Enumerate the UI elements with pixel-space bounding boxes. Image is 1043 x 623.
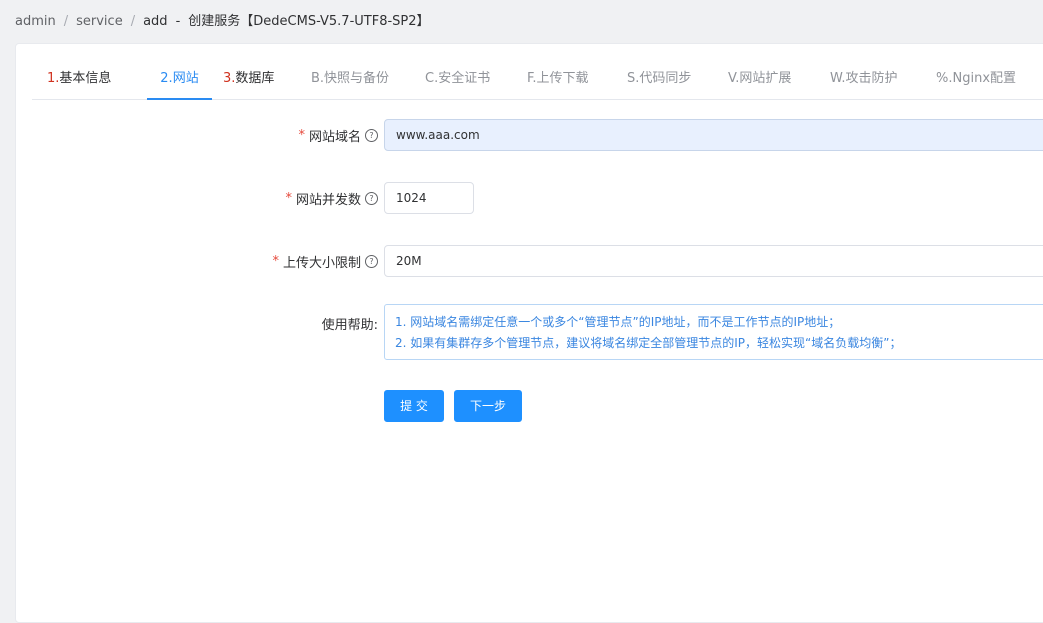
question-circle-icon[interactable]: ? bbox=[365, 128, 378, 142]
tab-label: S.代码同步 bbox=[627, 71, 692, 86]
tab-code-sync[interactable]: S.代码同步 bbox=[627, 59, 691, 99]
help-box: 1. 网站域名需绑定任意一个或多个“管理节点”的IP地址，而不是工作节点的IP地… bbox=[384, 304, 1043, 360]
tab-site-extension[interactable]: V.网站扩展 bbox=[728, 59, 791, 99]
tab-website[interactable]: 2.网站 bbox=[147, 59, 212, 99]
tab-label: C.安全证书 bbox=[425, 71, 491, 86]
breadcrumb-add: add bbox=[143, 14, 168, 29]
required-mark: * bbox=[272, 253, 279, 269]
tab-label: 基本信息 bbox=[59, 71, 112, 86]
concurrency-label-wrap: * 网站并发数? bbox=[16, 181, 378, 215]
tab-snapshot-backup[interactable]: B.快照与备份 bbox=[311, 59, 389, 99]
help-label: 使用帮助: bbox=[321, 317, 378, 333]
concurrency-label-text: 网站并发数 bbox=[295, 192, 361, 208]
breadcrumb-title-separator: - bbox=[175, 14, 181, 29]
tab-label: V.网站扩展 bbox=[728, 71, 792, 86]
tab-label: B.快照与备份 bbox=[311, 71, 390, 86]
tab-label: %.Nginx配置 bbox=[936, 71, 1017, 86]
upload-limit-label-text: 上传大小限制 bbox=[282, 255, 361, 271]
breadcrumb-separator: / bbox=[130, 14, 136, 29]
tab-database[interactable]: 3.数据库 bbox=[223, 59, 274, 99]
tab-label: 数据库 bbox=[235, 71, 275, 86]
concurrency-label: * 网站并发数? bbox=[285, 181, 378, 215]
breadcrumb-separator: / bbox=[63, 14, 69, 29]
step-tabs: 1.基本信息 2.网站 3.数据库 B.快照与备份 C.安全证书 F.上传下载 … bbox=[32, 59, 1043, 100]
tab-label: F.上传下载 bbox=[527, 71, 589, 86]
question-circle-icon[interactable]: ? bbox=[365, 254, 378, 268]
required-mark: * bbox=[285, 190, 292, 206]
next-step-button[interactable]: 下一步 bbox=[454, 390, 522, 422]
upload-limit-input[interactable]: 20M bbox=[384, 245, 1043, 277]
domain-label-wrap: * 网站域名? bbox=[16, 118, 378, 152]
concurrency-input[interactable]: 1024 bbox=[384, 182, 474, 214]
breadcrumb-service[interactable]: service bbox=[76, 14, 123, 29]
breadcrumb-admin[interactable]: admin bbox=[15, 14, 56, 29]
active-tab-indicator bbox=[147, 98, 212, 100]
submit-button[interactable]: 提 交 bbox=[384, 390, 444, 422]
domain-label: * 网站域名? bbox=[298, 118, 378, 152]
domain-input[interactable]: www.aaa.com bbox=[384, 119, 1043, 151]
tab-label: 网站 bbox=[172, 71, 199, 86]
tab-step-number: 1. bbox=[47, 71, 60, 86]
tab-nginx-config[interactable]: %.Nginx配置 bbox=[936, 59, 1016, 99]
tab-label: W.攻击防护 bbox=[830, 71, 898, 86]
question-circle-icon[interactable]: ? bbox=[365, 191, 378, 205]
help-label-wrap: 使用帮助: bbox=[16, 308, 378, 342]
upload-limit-label: * 上传大小限制? bbox=[272, 244, 378, 278]
required-mark: * bbox=[298, 127, 305, 143]
page-title: 创建服务【DedeCMS-V5.7-UTF8-SP2】 bbox=[188, 14, 430, 29]
tab-upload-download[interactable]: F.上传下载 bbox=[527, 59, 589, 99]
help-line: 2. 如果有集群存多个管理节点，建议将域名绑定全部管理节点的IP，轻松实现“域名… bbox=[395, 336, 902, 350]
domain-label-text: 网站域名 bbox=[308, 129, 361, 145]
tab-step-number: 2. bbox=[160, 71, 173, 86]
help-line: 1. 网站域名需绑定任意一个或多个“管理节点”的IP地址，而不是工作节点的IP地… bbox=[395, 315, 841, 329]
upload-limit-label-wrap: * 上传大小限制? bbox=[16, 244, 378, 278]
tab-step-number: 3. bbox=[223, 71, 236, 86]
tab-ssl-certificate[interactable]: C.安全证书 bbox=[425, 59, 490, 99]
tab-basic-info[interactable]: 1.基本信息 bbox=[47, 59, 111, 99]
breadcrumb: admin / service / add - 创建服务【DedeCMS-V5.7-UTF8… bbox=[15, 12, 430, 32]
tab-attack-protection[interactable]: W.攻击防护 bbox=[830, 59, 898, 99]
form-card: 1.基本信息 2.网站 3.数据库 B.快照与备份 C.安全证书 F.上传下载 … bbox=[15, 43, 1043, 623]
